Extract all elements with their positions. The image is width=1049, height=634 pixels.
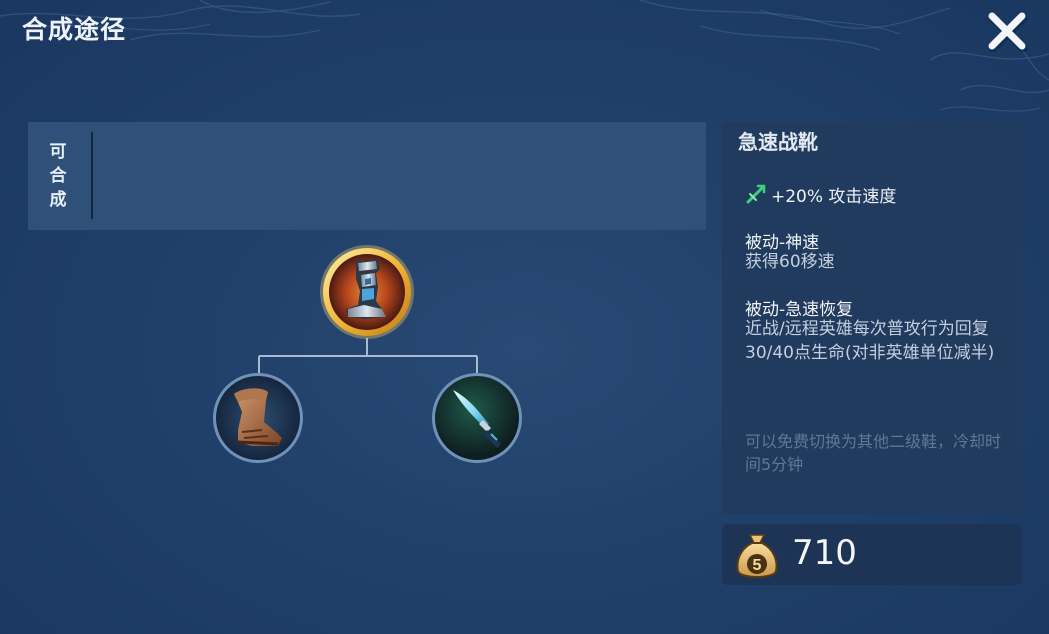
composable-into-panel <box>28 122 706 230</box>
passive-description: 获得60移速 <box>745 252 835 272</box>
recipe-component-item[interactable] <box>212 372 304 464</box>
close-icon <box>988 12 1028 53</box>
passive-description: 近战/远程英雄每次普攻行为回复30/40点生命(对非英雄单位减半) <box>745 319 995 363</box>
attack-speed-icon <box>746 184 766 204</box>
gold-bag-icon: 5 <box>736 534 778 578</box>
dagger-icon <box>432 373 522 463</box>
close-button[interactable] <box>986 10 1028 53</box>
svg-text:5: 5 <box>753 557 762 574</box>
divider <box>91 132 93 219</box>
recipe-component-item[interactable] <box>431 372 523 464</box>
composable-label: 可 合 成 <box>49 142 67 210</box>
item-name: 急速战靴 <box>738 130 818 154</box>
price-value: 710 <box>792 533 857 573</box>
leather-boots-icon <box>213 373 303 463</box>
switch-note: 可以免费切换为其他二级鞋，冷却时间5分钟 <box>745 432 1002 474</box>
speed-boots-icon <box>320 245 414 339</box>
stat-attack-speed: +20% 攻击速度 <box>771 187 897 207</box>
recipe-root-item[interactable] <box>318 243 416 341</box>
page-title: 合成途径 <box>22 15 127 44</box>
